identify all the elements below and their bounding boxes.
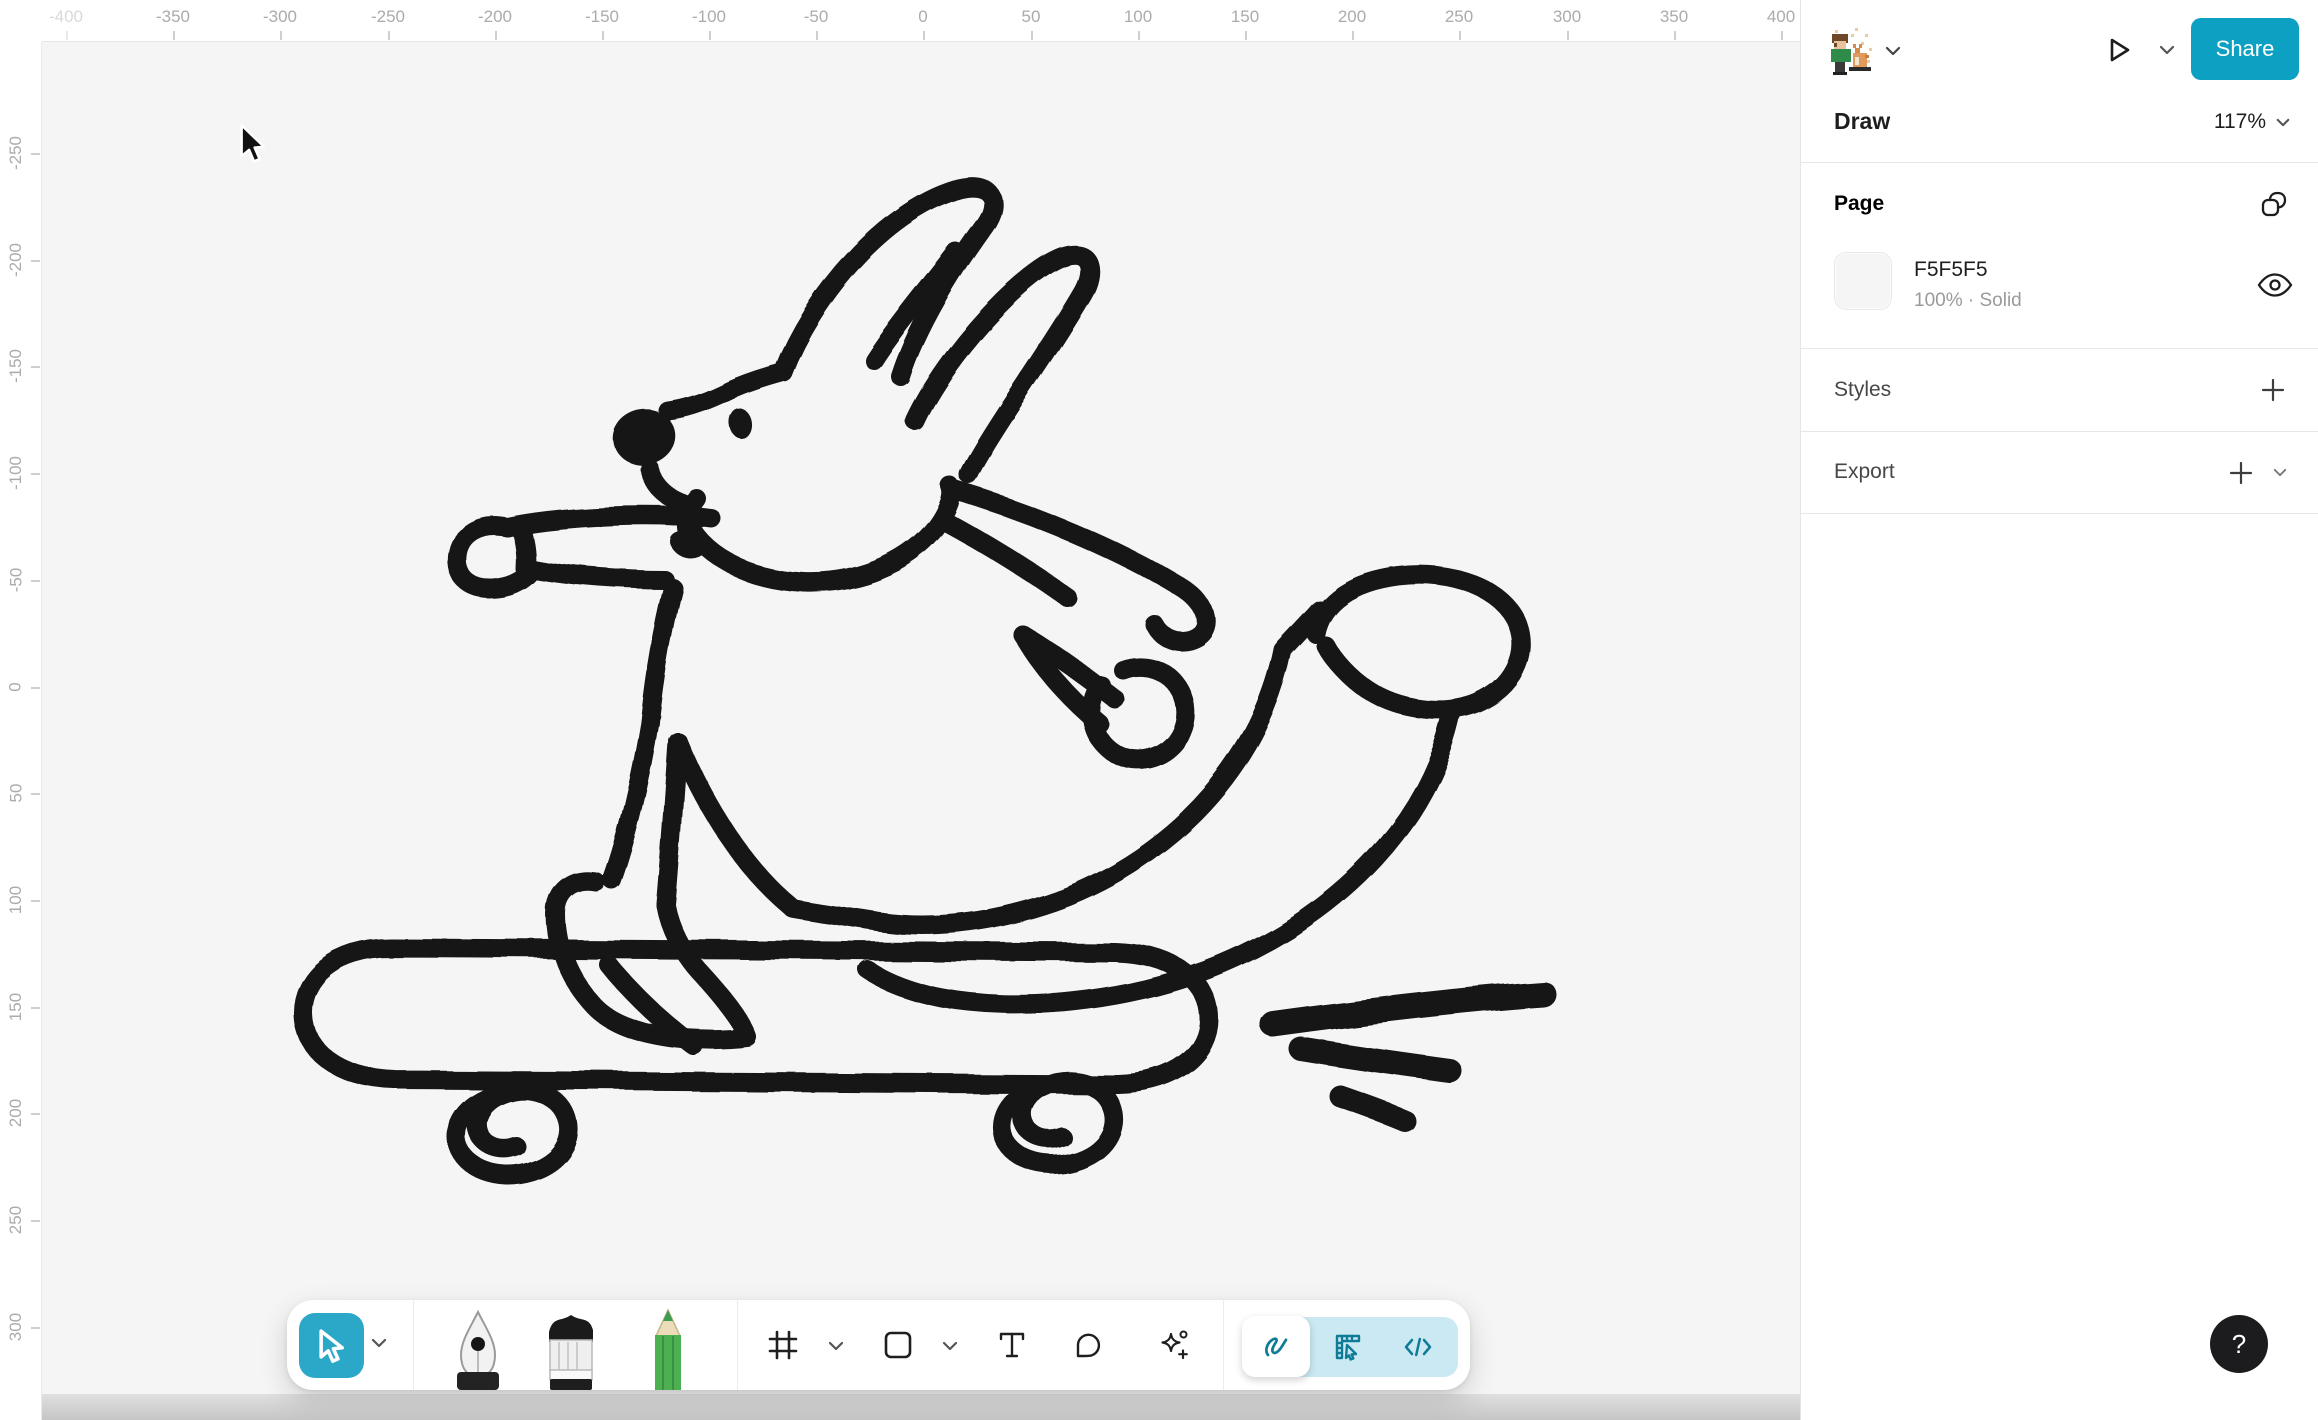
shape-tool-button[interactable] xyxy=(883,1330,913,1360)
pages-icon[interactable] xyxy=(2259,190,2289,220)
select-cursor-icon xyxy=(315,1327,349,1365)
rabbit-seat xyxy=(678,742,790,906)
ruler-label: -100 xyxy=(0,433,42,513)
panel-divider xyxy=(1801,513,2318,514)
rabbit-skateboard-drawing[interactable] xyxy=(0,0,1800,1420)
motion-line-1 xyxy=(1273,994,1543,1024)
help-button[interactable]: ? xyxy=(2210,1315,2268,1373)
ruler-label: -150 xyxy=(562,0,642,42)
ruler-corner xyxy=(0,0,42,42)
rabbit-arm-left-top xyxy=(507,515,712,527)
chevron-down-icon xyxy=(2276,118,2290,127)
ruler-label: -300 xyxy=(240,0,320,42)
styles-section-label: Styles xyxy=(1834,378,1891,402)
play-options-chevron[interactable] xyxy=(2159,45,2175,55)
eye-icon[interactable] xyxy=(2256,272,2294,298)
ruler-label: 250 xyxy=(0,1180,42,1260)
ruler-label: -150 xyxy=(0,326,42,406)
ruler-label: -100 xyxy=(669,0,749,42)
ruler-label: 50 xyxy=(991,0,1071,42)
comment-bubble-tool-button[interactable] xyxy=(1072,1330,1102,1360)
rabbit-eye xyxy=(728,408,753,440)
export-options-chevron[interactable] xyxy=(2273,468,2287,477)
ruler-label: -250 xyxy=(348,0,428,42)
pen-tool-button[interactable] xyxy=(448,1308,508,1390)
ruler-horizontal: -400 -350 -300 -250 -200 -150 -100 -50 0… xyxy=(0,0,1800,42)
rabbit-backleg-upper xyxy=(792,650,1283,925)
rabbit-chest xyxy=(650,588,673,722)
avatar-menu-button[interactable] xyxy=(1825,26,1901,82)
frame-tool-button[interactable] xyxy=(768,1330,798,1360)
design-mode-ruler-cursor-icon[interactable] xyxy=(1332,1331,1364,1363)
page-fill-meta: 100% · Solid xyxy=(1914,290,2022,312)
ai-sparkle-tool-button[interactable] xyxy=(1156,1328,1190,1362)
ruler-label: 0 xyxy=(0,647,42,727)
rabbit-jaw xyxy=(686,486,951,582)
ruler-label: 250 xyxy=(1419,0,1499,42)
skateboard-deck xyxy=(303,948,1209,1084)
toolbar-divider xyxy=(413,1300,414,1390)
page-fill-hex[interactable]: F5F5F5 xyxy=(1914,258,1988,282)
rabbit-back-shoe xyxy=(1316,575,1521,711)
frame-tool-chevron[interactable] xyxy=(828,1341,844,1351)
rabbit-brow xyxy=(668,372,783,411)
page-fill-swatch[interactable] xyxy=(1834,252,1892,310)
ruler-label: -350 xyxy=(133,0,213,42)
pencil-tool-button[interactable] xyxy=(640,1308,696,1390)
motion-line-2 xyxy=(1301,1049,1450,1071)
ruler-vertical: -250 -200 -150 -100 -50 0 50 100 150 200… xyxy=(0,42,42,1420)
canvas[interactable]: -400 -350 -300 -250 -200 -150 -100 -50 0… xyxy=(0,0,1800,1420)
shape-tool-chevron[interactable] xyxy=(942,1341,958,1351)
text-tool-button[interactable] xyxy=(997,1330,1027,1360)
ruler-label: -250 xyxy=(0,113,42,193)
ruler-label: -200 xyxy=(455,0,535,42)
share-button[interactable]: Share xyxy=(2191,18,2299,80)
zoom-menu[interactable]: 117% xyxy=(2214,110,2290,134)
ruler-label: 200 xyxy=(0,1073,42,1153)
ruler-label: 150 xyxy=(1205,0,1285,42)
export-section-label: Export xyxy=(1834,460,1895,484)
draw-mode-scribble-icon[interactable] xyxy=(1260,1331,1292,1363)
bottom-toolbar xyxy=(287,1300,1470,1390)
ruler-label: -200 xyxy=(0,220,42,300)
motion-line-3 xyxy=(1340,1096,1404,1120)
page-section-label: Page xyxy=(1834,192,1884,216)
rabbit-arm-left-bottom xyxy=(532,569,665,580)
ruler-label: 100 xyxy=(1098,0,1178,42)
rabbit-fist xyxy=(1092,666,1186,760)
play-prototype-button[interactable] xyxy=(2105,36,2133,64)
panel-divider xyxy=(1801,348,2318,349)
panel-divider xyxy=(1801,431,2318,432)
select-tool-chevron[interactable] xyxy=(371,1338,387,1348)
ruler-label: 100 xyxy=(0,860,42,940)
ruler-label: 200 xyxy=(1312,0,1392,42)
zoom-value: 117% xyxy=(2214,110,2266,134)
ruler-label: 50 xyxy=(0,753,42,833)
ruler-label: 0 xyxy=(883,0,963,42)
toolbar-divider xyxy=(1223,1300,1224,1390)
rabbit-muzzle xyxy=(649,468,684,504)
brush-tool-button[interactable] xyxy=(541,1308,601,1390)
ruler-label: 150 xyxy=(0,967,42,1047)
rabbit-back-arm-top xyxy=(951,489,1206,641)
skateboard-wheel-front xyxy=(457,1090,569,1175)
ruler-label: 300 xyxy=(0,1287,42,1367)
add-export-button[interactable] xyxy=(2229,461,2253,485)
ruler-label: -50 xyxy=(0,540,42,620)
panel-divider xyxy=(1801,162,2318,163)
avatar xyxy=(1825,26,1877,78)
right-panel: Share Draw 117% Page F5F5F5 100% · Solid… xyxy=(1800,0,2318,1420)
ruler-label: 300 xyxy=(1527,0,1607,42)
editor-mode-label: Draw xyxy=(1834,108,1890,135)
ruler-label: 350 xyxy=(1634,0,1714,42)
toolbar-divider xyxy=(737,1300,738,1390)
dev-mode-code-icon[interactable] xyxy=(1402,1331,1434,1363)
chevron-down-icon xyxy=(1885,46,1901,56)
add-style-button[interactable] xyxy=(2261,378,2285,402)
rabbit-pant-front xyxy=(612,722,650,880)
ruler-label: -50 xyxy=(776,0,856,42)
rabbit-pant-back xyxy=(666,742,678,904)
canvas-bottom-shade xyxy=(0,1394,1800,1420)
select-tool-button[interactable] xyxy=(299,1313,364,1378)
